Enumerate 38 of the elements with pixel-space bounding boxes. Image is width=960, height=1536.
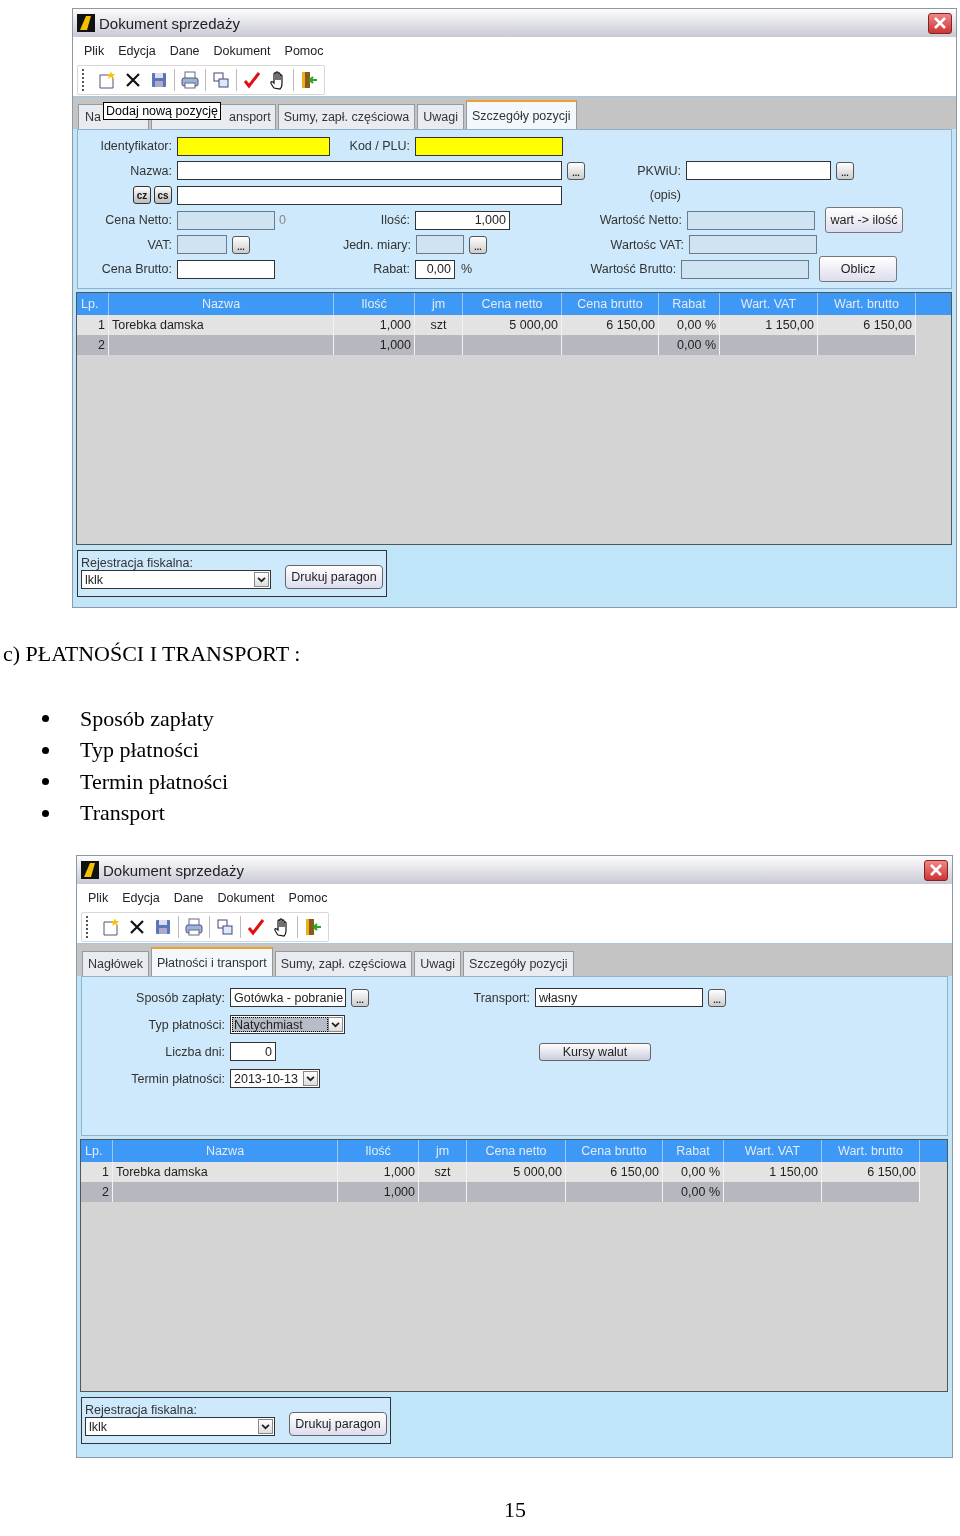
group-label: Rejestracja fiskalna:	[85, 1403, 197, 1417]
field-label: Wartość Brutto:	[589, 262, 678, 277]
field-label: Nazwa:	[129, 163, 173, 178]
table-cell: 2	[77, 335, 109, 355]
field-label: Sposób zapłaty:	[135, 990, 226, 1005]
field-label: Liczba dni:	[164, 1044, 226, 1059]
field-label: Identyfikator:	[99, 139, 173, 154]
table-cell: 1,000	[338, 1182, 419, 1202]
field-label: Rabat:	[372, 262, 411, 277]
bullet-text: Sposób zapłaty	[80, 705, 214, 732]
field-label: Kod / PLU:	[348, 139, 411, 154]
field-label: Ilość:	[379, 213, 411, 228]
field-label: Transport:	[472, 990, 531, 1005]
table-cell: 0,00 %	[659, 335, 720, 355]
field-label: Termin płatności:	[130, 1071, 226, 1086]
field-label: PKWiU:	[636, 163, 682, 178]
unit-label: %	[460, 262, 473, 277]
section-heading: c) PŁATNOŚCI I TRANSPORT :	[3, 641, 301, 667]
window-title: Dokument sprzedaży	[99, 14, 241, 32]
unit-label: 0	[278, 213, 286, 228]
bullet-text: Typ płatności	[80, 737, 199, 764]
field-label: VAT:	[146, 237, 173, 252]
table-cell: 0,00 %	[663, 1182, 724, 1202]
group-label: Rejestracja fiskalna:	[81, 556, 193, 570]
field-note: (opis)	[648, 188, 682, 203]
window-title: Dokument sprzedaży	[103, 861, 245, 879]
field-label: Typ płatności:	[147, 1017, 226, 1032]
field-label: Cena Brutto:	[100, 262, 173, 277]
field-label: Wartośc VAT:	[609, 237, 685, 252]
table-cell: 1,000	[334, 335, 415, 355]
field-label: Wartość Netto:	[598, 213, 683, 228]
field-label: Jedn. miary:	[341, 237, 412, 252]
table-cell: 2	[81, 1182, 113, 1202]
tooltip: Dodaj nową pozycję	[103, 102, 221, 120]
bullet-text: Transport	[80, 800, 165, 827]
bullet-text: Termin płatności	[80, 768, 229, 795]
field-label: Cena Netto:	[104, 213, 173, 228]
page-number: 15	[504, 1498, 526, 1522]
